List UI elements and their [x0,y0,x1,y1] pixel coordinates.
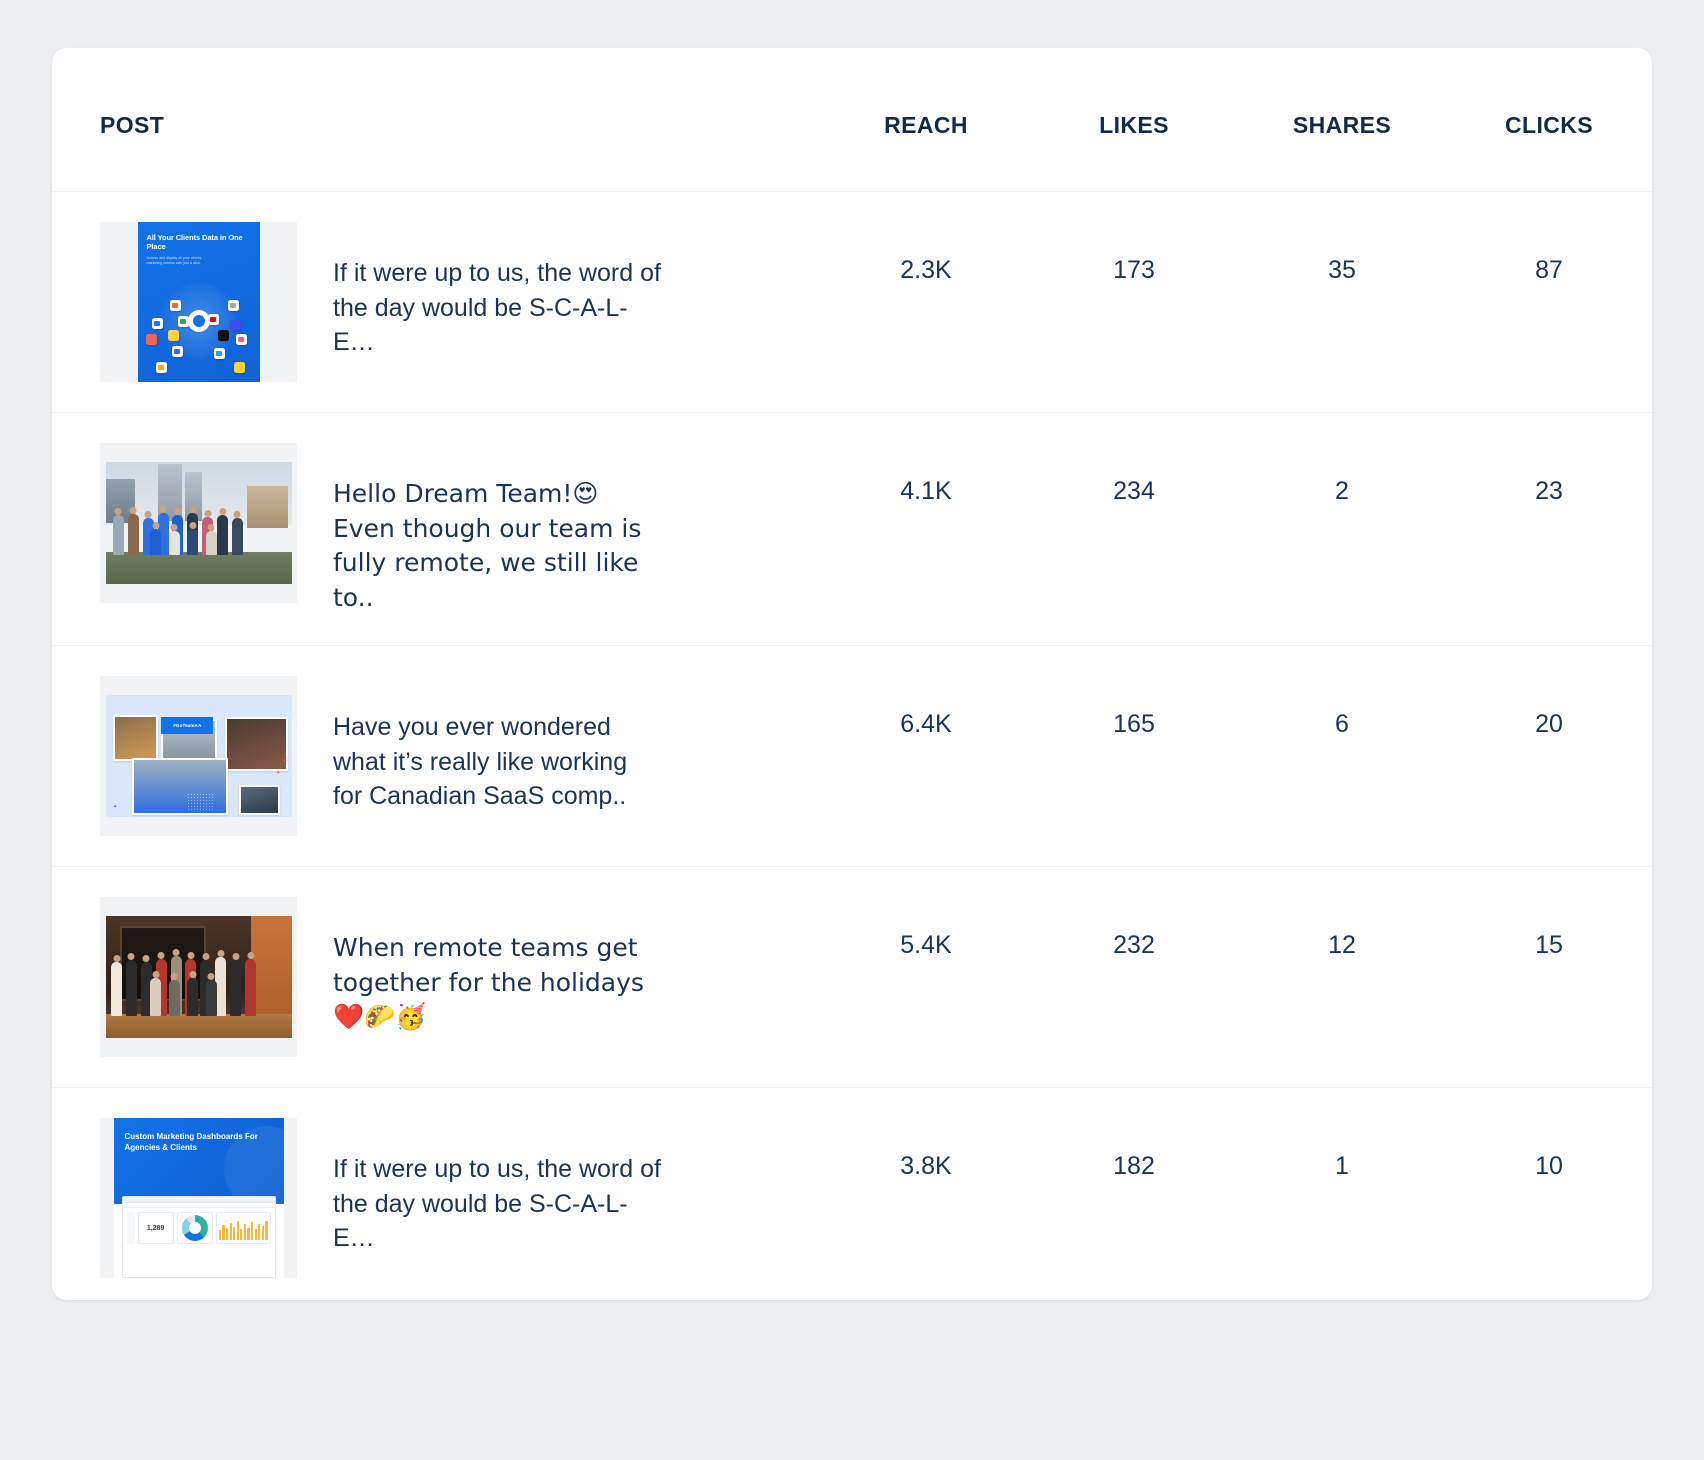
collage-photo [131,758,229,815]
kpi-panel: 1,289 [137,1212,174,1244]
thumbnail-subtext: Access and display all your clients mark… [146,255,202,266]
dashboard-body: 1,289 [123,1208,275,1248]
metric-clicks: 23 [1535,477,1563,505]
column-header-clicks[interactable]: CLICKS [1446,48,1652,192]
bar-chart [218,1216,268,1240]
sparkle-icon: ✦ [112,803,118,810]
column-header-likes[interactable]: LIKES [1030,48,1238,192]
app-icon-arrow [229,320,241,331]
column-header-post[interactable]: POST [52,48,822,192]
metric-clicks: 20 [1535,710,1563,738]
page-background: POST REACH LIKES SHARES CLICKS All Your … [0,0,1704,1460]
app-icon-mail [233,362,245,373]
metric-shares: 35 [1328,256,1356,284]
column-header-shares[interactable]: SHARES [1238,48,1446,192]
analytics-card: POST REACH LIKES SHARES CLICKS All Your … [52,48,1652,1300]
table-row[interactable]: Hello Dream Team!😍 Even though our team … [52,413,1652,646]
collage-photo [239,785,281,815]
donut-chart [181,1215,208,1241]
app-icon-analytics [155,362,167,373]
metric-reach: 3.8K [900,1152,952,1180]
donut-panel [176,1212,213,1244]
app-icon-chart [169,300,181,311]
metric-shares: 1 [1335,1152,1349,1180]
metric-shares: 2 [1335,477,1349,505]
table-row[interactable]: Custom Marketing Dashboards For Agencies… [52,1088,1652,1301]
app-icon-bulb [171,346,183,357]
post-thumbnail[interactable]: #GoTeamAA ✦ ✦ ✦ [100,676,297,836]
metric-likes: 182 [1113,1152,1155,1180]
people-group [106,491,292,555]
post-title[interactable]: Have you ever wondered what it’s really … [333,676,663,814]
post-title[interactable]: Hello Dream Team!😍 Even though our team … [333,443,663,615]
metric-shares: 12 [1328,931,1356,959]
metric-reach: 6.4K [900,710,952,738]
metric-clicks: 15 [1535,931,1563,959]
team-photo-outdoor-icon [105,462,292,584]
post-thumbnail[interactable]: All Your Clients Data in One Place Acces… [100,222,297,382]
post-analytics-table: POST REACH LIKES SHARES CLICKS All Your … [52,48,1652,1300]
promo-banner: Custom Marketing Dashboards For Agencies… [113,1118,284,1204]
ground-layer [105,552,292,584]
dashboard-screenshot: 1,289 [121,1196,276,1278]
table-row[interactable]: When remote teams get together for the h… [52,867,1652,1088]
app-icon-facebook [151,318,163,329]
app-icon-dark [217,330,229,341]
metric-clicks: 10 [1535,1152,1563,1180]
metric-likes: 173 [1113,256,1155,284]
table-row[interactable]: All Your Clients Data in One Place Acces… [52,192,1652,413]
bars-panel [215,1212,271,1244]
metric-reach: 5.4K [900,931,952,959]
post-cell: Custom Marketing Dashboards For Agencies… [52,1088,822,1301]
kpi-value: 1,289 [146,1224,165,1232]
photo-collage-icon: #GoTeamAA ✦ ✦ ✦ [105,695,292,817]
hashtag-badge: #GoTeamAA [161,716,214,735]
thumbnail-headline: All Your Clients Data in One Place [146,233,243,252]
post-thumbnail[interactable] [100,897,297,1057]
post-cell: When remote teams get together for the h… [52,867,822,1088]
table-header: POST REACH LIKES SHARES CLICKS [52,48,1652,192]
table-body: All Your Clients Data in One Place Acces… [52,192,1652,1301]
brand-logo-icon [187,310,210,333]
dot-pattern-decoration [187,792,214,813]
metric-likes: 234 [1113,477,1155,505]
post-title[interactable]: If it were up to us, the word of the day… [333,1118,663,1256]
floor-layer [105,1013,292,1038]
metric-clicks: 87 [1535,256,1563,284]
app-icon-twitter [213,348,225,359]
metric-likes: 232 [1113,931,1155,959]
table-row[interactable]: #GoTeamAA ✦ ✦ ✦ Have you ever wondered w… [52,646,1652,867]
metric-likes: 165 [1113,710,1155,738]
app-icon-search [227,300,239,311]
sparkle-icon: ✦ [276,769,281,776]
post-cell: Hello Dream Team!😍 Even though our team … [52,413,822,646]
post-title[interactable]: If it were up to us, the word of the day… [333,222,663,360]
people-group [106,940,292,1017]
dashboard-promo-icon: Custom Marketing Dashboards For Agencies… [113,1118,284,1278]
metric-reach: 4.1K [900,477,952,505]
column-header-reach[interactable]: REACH [822,48,1030,192]
app-icon-red [145,334,157,345]
app-icon-pink [235,334,247,345]
promo-graphic-icon: All Your Clients Data in One Place Acces… [137,222,260,382]
metric-shares: 6 [1335,710,1349,738]
sparkle-icon: ✦ [281,758,288,766]
metric-reach: 2.3K [900,256,952,284]
post-thumbnail[interactable] [100,443,297,603]
collage-photo [224,716,288,771]
collage-photo [112,714,158,761]
post-thumbnail[interactable]: Custom Marketing Dashboards For Agencies… [100,1118,297,1278]
app-icon-yellow [167,330,179,341]
post-cell: All Your Clients Data in One Place Acces… [52,192,822,413]
post-cell: #GoTeamAA ✦ ✦ ✦ Have you ever wondered w… [52,646,822,867]
team-photo-indoor-icon [105,916,292,1038]
dashboard-sidebar [126,1212,135,1244]
post-title[interactable]: When remote teams get together for the h… [333,897,663,1035]
header-row: POST REACH LIKES SHARES CLICKS [52,48,1652,192]
